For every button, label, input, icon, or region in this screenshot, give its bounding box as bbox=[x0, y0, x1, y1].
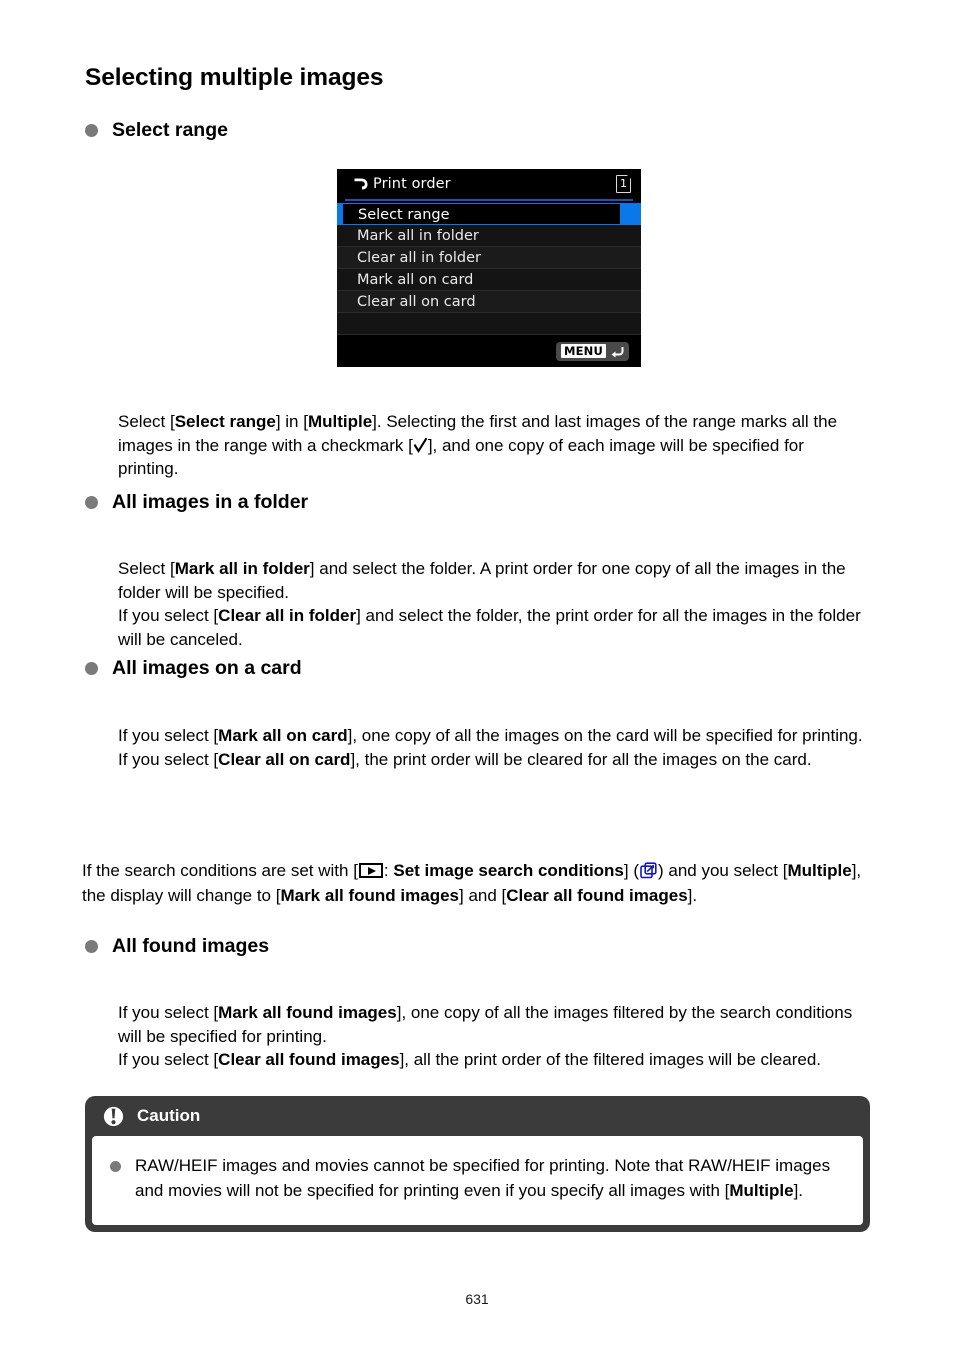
text-fragment: ]. bbox=[687, 886, 698, 905]
camera-screen-title: Print order bbox=[353, 176, 451, 192]
text-fragment: If you select [ bbox=[118, 749, 219, 769]
section-heading-select-range: Select range bbox=[85, 119, 228, 142]
menu-item-label: Clear all on card bbox=[357, 293, 476, 310]
camera-screen-titlebar: Print order 1 bbox=[337, 169, 641, 199]
camera-screen-title-label: Print order bbox=[373, 176, 451, 192]
document-page: Selecting multiple images Select range P… bbox=[0, 0, 954, 1345]
term-multiple: Multiple bbox=[729, 1180, 794, 1200]
text-fragment: If you select [ bbox=[118, 606, 219, 625]
term-clear-all-on-card: Clear all on card bbox=[218, 749, 351, 769]
text-fragment: ], the print order will be cleared for a… bbox=[350, 749, 812, 769]
paragraph-all-images-on-card: If you select [Mark all on card], one co… bbox=[118, 724, 866, 771]
camera-screen-menu-list: Select range Mark all in folder Clear al… bbox=[337, 203, 641, 335]
text-fragment: ]. bbox=[793, 1180, 804, 1200]
section-heading-label: Select range bbox=[112, 119, 228, 141]
card-slot-badge: 1 bbox=[616, 174, 632, 193]
bullet-icon bbox=[85, 940, 98, 953]
text-fragment: If you select [ bbox=[118, 1003, 219, 1022]
section-heading-label: All found images bbox=[112, 935, 270, 957]
menu-button-label: MENU bbox=[560, 344, 606, 358]
text-fragment: If you select [ bbox=[118, 726, 219, 745]
text-fragment: If you select [ bbox=[118, 1050, 219, 1069]
term-mark-all-in-folder: Mark all in folder bbox=[174, 559, 310, 578]
print-order-icon bbox=[353, 177, 369, 191]
menu-button[interactable]: MENU bbox=[555, 341, 629, 361]
text-fragment: : bbox=[383, 861, 394, 880]
menu-item-label: Mark all on card bbox=[357, 271, 474, 288]
title-underline bbox=[345, 199, 633, 201]
bullet-icon bbox=[85, 496, 98, 509]
term-mark-all-found-images: Mark all found images bbox=[218, 1003, 397, 1022]
caution-title: Caution bbox=[137, 1106, 201, 1125]
text-fragment: ] in [ bbox=[275, 412, 308, 431]
term-select-range: Select range bbox=[174, 412, 276, 431]
menu-item-clear-all-on-card[interactable]: Clear all on card bbox=[337, 291, 641, 313]
text-fragment: ) and you select [ bbox=[658, 861, 788, 880]
paragraph-all-images-in-folder: Select [Mark all in folder] and select t… bbox=[118, 557, 866, 651]
paragraph-all-found-images: If you select [Mark all found images], o… bbox=[118, 1001, 866, 1072]
term-clear-all-in-folder: Clear all in folder bbox=[218, 606, 357, 625]
page-title: Selecting multiple images bbox=[85, 64, 384, 91]
return-arrow-icon bbox=[610, 345, 624, 358]
caution-item-text: RAW/HEIF images and movies cannot be spe… bbox=[135, 1154, 843, 1203]
term-mark-all-found-images: Mark all found images bbox=[280, 886, 459, 905]
checkmark-icon bbox=[413, 437, 427, 453]
text-fragment: ] ( bbox=[623, 861, 639, 880]
caution-exclamation-icon bbox=[103, 1106, 124, 1127]
menu-item-mark-all-in-folder[interactable]: Mark all in folder bbox=[337, 225, 641, 247]
text-fragment: Select [ bbox=[118, 559, 175, 578]
menu-item-mark-all-on-card[interactable]: Mark all on card bbox=[337, 269, 641, 291]
page-link-icon[interactable] bbox=[640, 862, 657, 879]
menu-item-select-range[interactable]: Select range bbox=[337, 203, 641, 225]
section-heading-label: All images on a card bbox=[112, 657, 302, 679]
camera-screen-footer: MENU bbox=[337, 335, 641, 367]
bullet-icon bbox=[85, 124, 98, 137]
paragraph-search-conditions: If the search conditions are set with [:… bbox=[82, 858, 872, 908]
text-fragment: Select [ bbox=[118, 412, 175, 431]
term-mark-all-on-card: Mark all on card bbox=[218, 726, 348, 745]
caution-header: Caution bbox=[85, 1096, 870, 1136]
section-heading-all-found-images: All found images bbox=[85, 935, 269, 958]
camera-screen-screenshot: Print order 1 Select range Mark all in f… bbox=[337, 169, 641, 367]
caution-body: RAW/HEIF images and movies cannot be spe… bbox=[92, 1136, 863, 1225]
text-fragment: ], one copy of all the images on the car… bbox=[347, 726, 863, 745]
term-multiple: Multiple bbox=[307, 412, 373, 431]
term-clear-all-found-images: Clear all found images bbox=[218, 1050, 400, 1069]
paragraph-select-range: Select [Select range] in [Multiple]. Sel… bbox=[118, 410, 866, 481]
term-clear-all-found-images: Clear all found images bbox=[506, 886, 688, 905]
menu-item-label: Select range bbox=[343, 204, 620, 224]
menu-item-label: Mark all in folder bbox=[357, 227, 479, 244]
section-heading-all-images-in-folder: All images in a folder bbox=[85, 491, 308, 514]
menu-item-clear-all-in-folder[interactable]: Clear all in folder bbox=[337, 247, 641, 269]
section-heading-all-images-on-card: All images on a card bbox=[85, 657, 302, 680]
menu-item-label: Clear all in folder bbox=[357, 249, 482, 266]
bullet-icon bbox=[110, 1161, 121, 1172]
text-fragment: ] and [ bbox=[459, 886, 507, 905]
bullet-icon bbox=[85, 662, 98, 675]
term-set-image-search-conditions: Set image search conditions bbox=[393, 861, 624, 880]
menu-item-empty bbox=[337, 313, 641, 335]
text-fragment: ], all the print order of the filtered i… bbox=[399, 1050, 821, 1069]
text-fragment: If the search conditions are set with [ bbox=[82, 861, 358, 880]
page-number: 631 bbox=[465, 1291, 489, 1307]
text-fragment: RAW/HEIF images and movies cannot be spe… bbox=[135, 1156, 831, 1200]
playback-menu-icon bbox=[358, 863, 383, 878]
caution-box: Caution RAW/HEIF images and movies canno… bbox=[85, 1096, 870, 1232]
term-multiple: Multiple bbox=[787, 861, 852, 880]
section-heading-label: All images in a folder bbox=[112, 491, 309, 513]
